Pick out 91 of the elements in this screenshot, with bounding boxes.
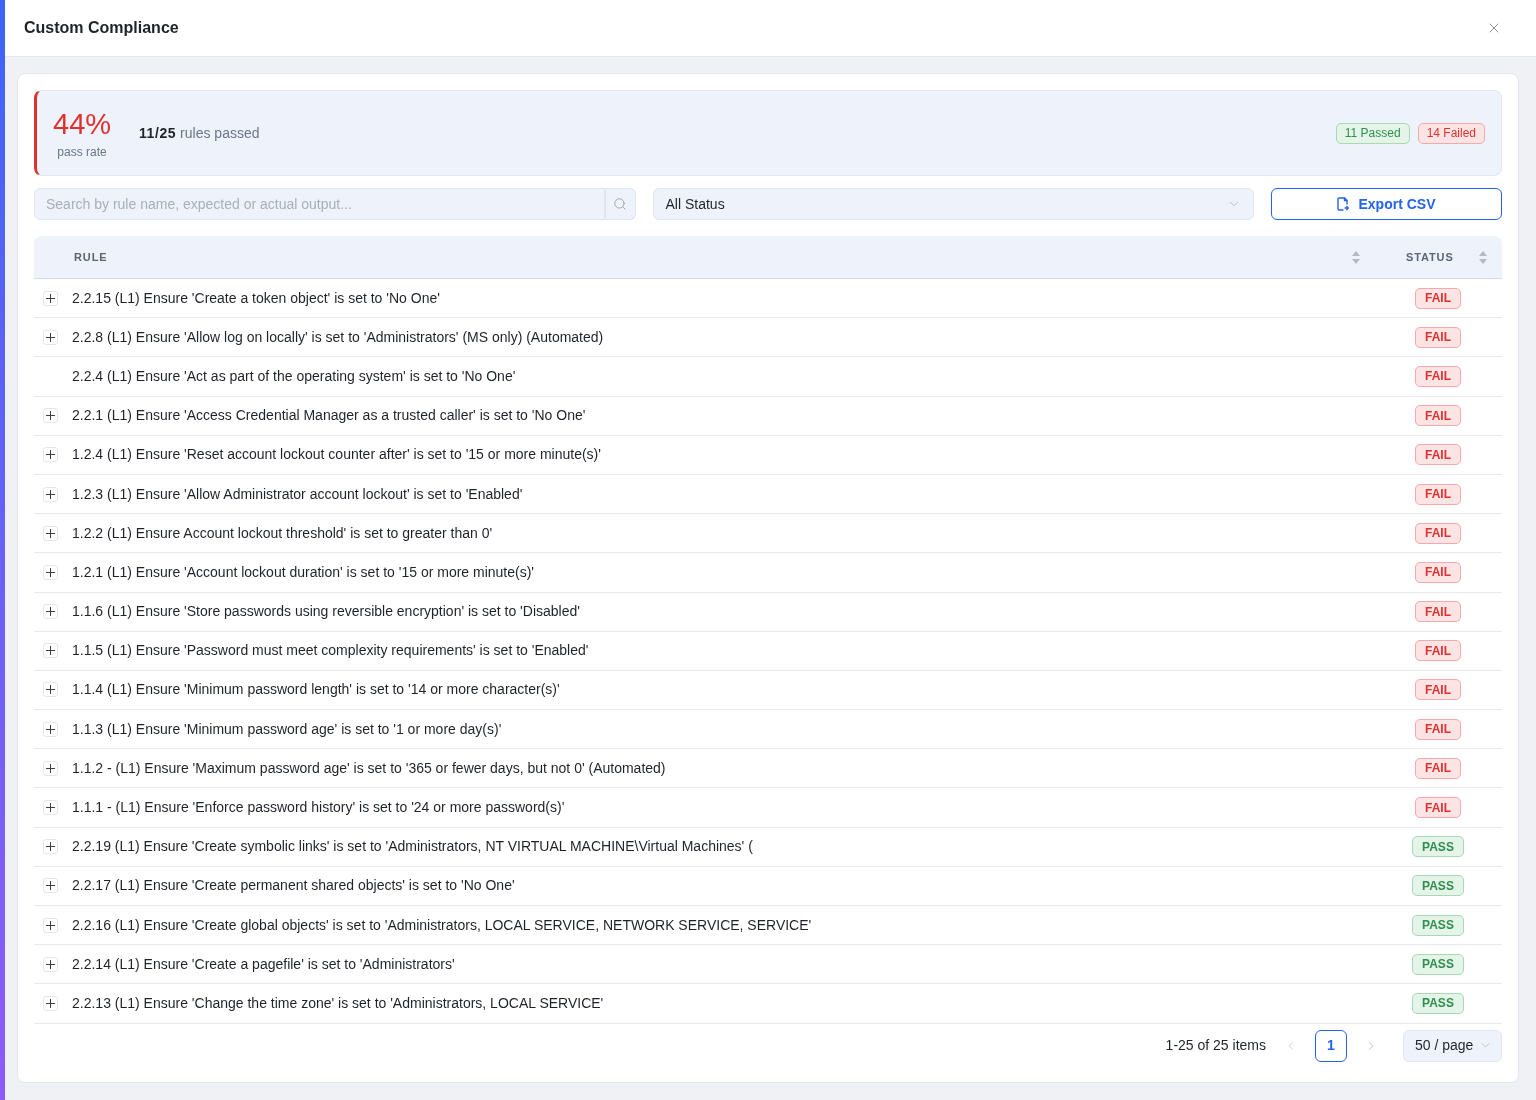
status-tag: FAIL — [1415, 561, 1461, 583]
plus-icon — [45, 411, 55, 421]
expand-button[interactable] — [42, 878, 58, 894]
expand-button[interactable] — [42, 564, 58, 580]
plus-icon — [45, 450, 55, 460]
expand-button[interactable] — [42, 525, 58, 541]
page-size-select[interactable]: 50 / page — [1403, 1029, 1502, 1062]
expand-button[interactable] — [42, 917, 58, 933]
rule-text: 1.1.1 - (L1) Ensure 'Enforce password history' is set to '24 or more password(s)' — [71, 798, 566, 818]
rule-text: 1.1.6 (L1) Ensure 'Store passwords using reversible encryption' is set to 'Disabled' — [71, 602, 581, 622]
expand-button[interactable] — [42, 956, 58, 972]
rule-text: 2.2.14 (L1) Ensure 'Create a pagefile' is set to 'Administrators' — [71, 954, 456, 974]
rule-text: 2.2.13 (L1) Ensure 'Change the time zone' is set to 'Administrators, LOCAL SERVICE' — [71, 993, 605, 1013]
expand-button[interactable] — [42, 290, 58, 306]
plus-icon — [45, 332, 55, 342]
status-tag: FAIL — [1415, 679, 1461, 701]
rule-text: 2.2.8 (L1) Ensure 'Allow log on locally' is set to 'Administrators' (MS only) (Automated) — [71, 327, 605, 347]
status-tag: PASS — [1412, 953, 1464, 975]
expand-button[interactable] — [42, 604, 58, 620]
rule-text: 2.2.1 (L1) Ensure 'Access Credential Manager as a trusted caller' is set to 'No One' — [71, 406, 587, 426]
column-header: STATUS — [1406, 249, 1454, 265]
rule-text: 2.2.17 (L1) Ensure 'Create permanent shared objects' is set to 'No One' — [71, 876, 516, 896]
count-tag: 11 Passed — [1335, 122, 1410, 144]
status-tag: FAIL — [1415, 405, 1461, 427]
plus-icon — [45, 567, 55, 577]
status-tag: FAIL — [1415, 365, 1461, 387]
rule-text: 2.2.15 (L1) Ensure 'Create a token object' is set to 'No One' — [71, 288, 441, 308]
plus-icon — [45, 724, 55, 734]
plus-icon — [45, 293, 55, 303]
rule-text: 1.2.1 (L1) Ensure 'Account lockout duration' is set to '15 or more minute(s)' — [71, 562, 536, 582]
status-tag: FAIL — [1415, 287, 1461, 309]
rule-text: 2.2.16 (L1) Ensure 'Create global objects' is set to 'Administrators, LOCAL SERVICE, NETWORK SERVICE, SERVICE' — [71, 915, 813, 935]
status-tag: FAIL — [1415, 522, 1461, 544]
passed-label: rules passed — [180, 123, 260, 143]
passed-count: 11/25 — [139, 123, 177, 143]
pass-rate-value: 44% — [53, 107, 112, 140]
column-header: RULE — [74, 249, 108, 265]
file-export-icon — [1337, 197, 1350, 211]
status-tag: PASS — [1412, 914, 1464, 936]
expand-button[interactable] — [42, 408, 58, 424]
pagination-range: 1-25 of 25 items — [1165, 1036, 1266, 1056]
rule-text: 1.2.2 (L1) Ensure Account lockout threshold' is set to greater than 0' — [71, 523, 494, 543]
plus-icon — [45, 803, 55, 813]
rule-text: 1.1.4 (L1) Ensure 'Minimum password length' is set to '14 or more character(s)' — [71, 680, 561, 700]
count-tag: 14 Failed — [1417, 122, 1485, 144]
expand-button[interactable] — [42, 682, 58, 698]
expand-button[interactable] — [42, 721, 58, 737]
search-field[interactable]: Search by rule name, expected or actual output... — [34, 188, 605, 220]
plus-icon — [45, 842, 55, 852]
plus-icon — [45, 489, 55, 499]
status-tag: PASS — [1412, 992, 1464, 1014]
window-title: Custom Compliance — [24, 18, 179, 38]
expand-button[interactable] — [42, 643, 58, 659]
status-tag: PASS — [1412, 875, 1464, 897]
status-tag: FAIL — [1415, 718, 1461, 740]
status-tag: FAIL — [1415, 601, 1461, 623]
status-tag: FAIL — [1415, 640, 1461, 662]
expand-button[interactable] — [42, 760, 58, 776]
status-tag: FAIL — [1415, 444, 1461, 466]
search-icon — [613, 197, 627, 211]
expand-button[interactable] — [42, 995, 58, 1011]
plus-icon — [45, 685, 55, 695]
plus-icon — [45, 998, 55, 1008]
status-tag: FAIL — [1415, 797, 1461, 819]
status-select[interactable]: All Status — [652, 188, 1254, 220]
rule-text: 1.1.3 (L1) Ensure 'Minimum password age' is set to '1 or more day(s)' — [71, 719, 503, 739]
expand-button[interactable] — [42, 800, 58, 816]
plus-icon — [45, 646, 55, 656]
plus-icon — [45, 607, 55, 617]
plus-icon — [45, 920, 55, 930]
expand-button[interactable] — [42, 486, 58, 502]
plus-icon — [45, 881, 55, 891]
rule-text: 2.2.19 (L1) Ensure 'Create symbolic links' is set to 'Administrators, NT VIRTUAL MACHINE\Virtual Machines' ( — [71, 837, 754, 857]
expand-button[interactable] — [42, 329, 58, 345]
plus-icon — [45, 763, 55, 773]
export-button[interactable]: Export CSV — [1271, 188, 1502, 220]
rule-text: 1.2.4 (L1) Ensure 'Reset account lockout counter after' is set to '15 or more minute(s)' — [71, 445, 602, 465]
status-tag: FAIL — [1415, 326, 1461, 348]
expand-button[interactable] — [42, 839, 58, 855]
rule-text: 1.2.3 (L1) Ensure 'Allow Administrator account lockout' is set to 'Enabled' — [71, 484, 524, 504]
plus-icon — [45, 959, 55, 969]
rule-text: 2.2.4 (L1) Ensure 'Act as part of the operating system' is set to 'No One' — [71, 366, 517, 386]
status-tag: PASS — [1412, 836, 1464, 858]
page-button[interactable]: 1 — [1315, 1029, 1347, 1062]
status-tag: FAIL — [1415, 483, 1461, 505]
expand-button[interactable] — [42, 447, 58, 463]
status-tag: FAIL — [1415, 757, 1461, 779]
pass-rate-label: pass rate — [57, 143, 107, 161]
plus-icon — [45, 528, 55, 538]
rule-text: 1.1.2 - (L1) Ensure 'Maximum password age' is set to '365 or fewer days, but not 0' (Automated) — [71, 758, 667, 778]
rule-text: 1.1.5 (L1) Ensure 'Password must meet complexity requirements' is set to 'Enabled' — [71, 641, 590, 661]
